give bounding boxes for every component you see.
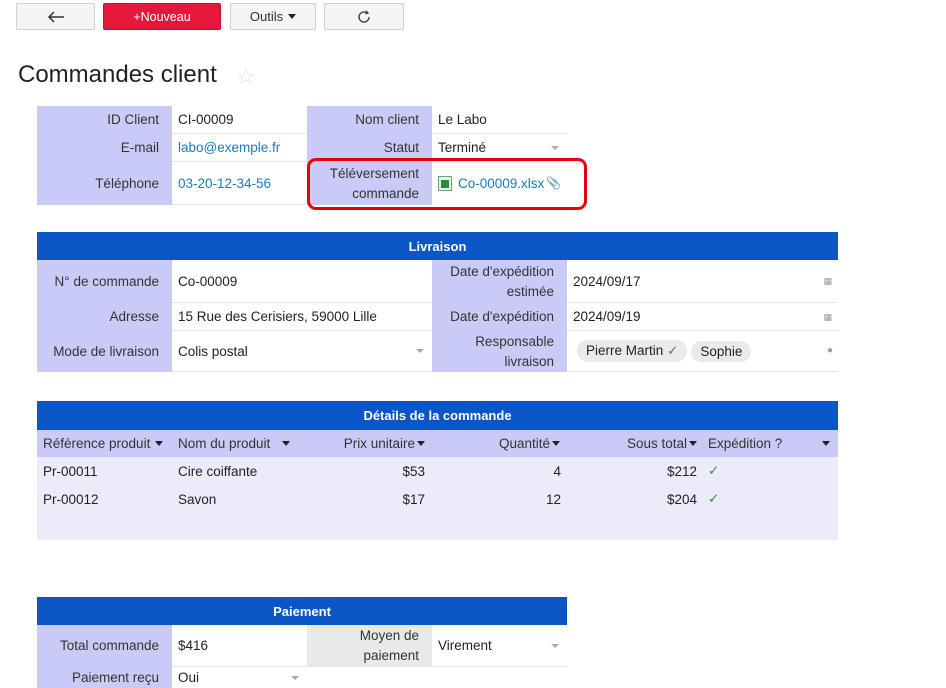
calendar-icon: ▦ bbox=[823, 276, 832, 286]
column-header-price[interactable]: Prix unitaire bbox=[313, 430, 425, 457]
column-header-name[interactable]: Nom du produit bbox=[178, 430, 303, 457]
address-label: Adresse bbox=[37, 303, 172, 331]
back-button[interactable] bbox=[16, 3, 95, 30]
column-header-ref[interactable]: Référence produit bbox=[43, 430, 168, 457]
user-chip[interactable]: Pierre Martin ✓ bbox=[577, 340, 688, 362]
order-number-value: Co-00009 bbox=[172, 260, 432, 303]
delivery-responsible-label: Responsable livraison bbox=[432, 331, 567, 372]
calendar-icon: ▦ bbox=[823, 311, 832, 322]
cell-ref: Pr-00012 bbox=[43, 491, 99, 507]
payment-received-select[interactable]: Oui bbox=[172, 667, 307, 688]
order-details-header: Détails de la commande bbox=[37, 401, 838, 430]
payment-method-select[interactable]: Virement bbox=[432, 625, 567, 667]
page-title: Commandes client bbox=[18, 61, 217, 88]
cell-name: Cire coiffante bbox=[178, 463, 258, 479]
table-row[interactable]: Pr-00011 Cire coiffante $53 4 $212 ✓ bbox=[37, 457, 838, 485]
check-icon: ✓ bbox=[663, 343, 679, 358]
refresh-icon bbox=[358, 10, 370, 23]
column-header-label: Prix unitaire bbox=[343, 436, 415, 451]
cell-ref: Pr-00011 bbox=[43, 463, 98, 479]
caret-down-icon bbox=[689, 441, 697, 446]
dropdown-arrow-icon bbox=[416, 349, 424, 353]
column-header-label: Expédition ? bbox=[708, 436, 783, 451]
tools-button-label: Outils bbox=[249, 9, 284, 24]
cell-qty: 4 bbox=[553, 463, 561, 479]
payment-method-label: Moyen de paiement bbox=[307, 625, 432, 667]
dropdown-arrow-icon bbox=[291, 675, 299, 680]
email-link[interactable]: labo@exemple.fr bbox=[172, 134, 307, 162]
phone-link[interactable]: 03-20-12-34-56 bbox=[172, 162, 307, 205]
table-row[interactable]: Pr-00012 Savon $17 12 $204 ✓ bbox=[37, 485, 838, 513]
payment-method-value: Virement bbox=[438, 638, 492, 653]
details-table-body: Pr-00011 Cire coiffante $53 4 $212 ✓ Pr-… bbox=[37, 457, 838, 540]
person-icon: ● bbox=[826, 345, 833, 356]
cell-qty: 12 bbox=[545, 491, 561, 507]
total-label: Total commande bbox=[37, 625, 172, 667]
caret-down-icon bbox=[288, 14, 297, 19]
column-header-label: Nom du produit bbox=[178, 436, 271, 451]
estimated-date-label: Date d'expédition estimée bbox=[432, 260, 567, 303]
new-button-label: +Nouveau bbox=[133, 9, 191, 24]
client-id-label: ID Client bbox=[37, 106, 172, 134]
check-icon: ✓ bbox=[708, 463, 720, 478]
client-name-value: Le Labo bbox=[432, 106, 567, 134]
new-button[interactable]: +Nouveau bbox=[103, 3, 221, 30]
payment-received-label: Paiement reçu bbox=[37, 667, 172, 688]
delivery-mode-value: Colis postal bbox=[178, 343, 248, 359]
refresh-button[interactable] bbox=[324, 3, 404, 30]
user-chip[interactable]: Sophie bbox=[691, 340, 752, 362]
client-id-value: CI-00009 bbox=[172, 106, 307, 134]
column-header-qty[interactable]: Quantité bbox=[435, 430, 560, 457]
dropdown-arrow-icon bbox=[551, 643, 559, 648]
details-table-header: Référence produit Nom du produit Prix un… bbox=[37, 430, 838, 457]
cell-subtotal: $204 bbox=[666, 491, 697, 507]
ship-date-value: 2024/09/19 bbox=[573, 309, 641, 324]
ship-date-label: Date d'expédition bbox=[432, 303, 567, 331]
client-name-label: Nom client bbox=[307, 106, 432, 134]
email-label: E-mail bbox=[37, 134, 172, 162]
payment-header: Paiement bbox=[37, 597, 567, 625]
column-header-subtotal[interactable]: Sous total bbox=[570, 430, 697, 457]
phone-label: Téléphone bbox=[37, 162, 172, 205]
status-value: Terminé bbox=[438, 140, 487, 155]
payment-received-value: Oui bbox=[178, 670, 200, 685]
livraison-header: Livraison bbox=[37, 232, 838, 260]
caret-down-icon bbox=[552, 441, 560, 446]
arrow-left-icon bbox=[47, 10, 64, 23]
caret-down-icon bbox=[417, 441, 425, 446]
cell-subtotal: $212 bbox=[666, 463, 697, 479]
caret-down-icon bbox=[282, 441, 291, 446]
column-header-shipped[interactable]: Expédition ? bbox=[708, 430, 833, 457]
column-header-label: Quantité bbox=[498, 436, 550, 451]
favorite-star-icon[interactable]: ☆ bbox=[236, 64, 256, 90]
cell-name: Savon bbox=[178, 491, 217, 507]
caret-down-icon bbox=[822, 441, 831, 446]
column-header-label: Référence produit bbox=[43, 436, 151, 451]
caret-down-icon bbox=[155, 441, 164, 446]
check-icon: ✓ bbox=[708, 491, 720, 506]
cell-price: $17 bbox=[402, 491, 425, 507]
total-value: $416 bbox=[172, 625, 307, 667]
estimated-date-value: 2024/09/17 bbox=[573, 273, 641, 289]
delivery-mode-label: Mode de livraison bbox=[37, 331, 172, 372]
estimated-date-field[interactable]: 2024/09/17 ▦ bbox=[567, 260, 838, 303]
delivery-responsible-field[interactable]: Pierre Martin ✓ Sophie ● bbox=[567, 331, 838, 372]
address-value: 15 Rue des Cerisiers, 59000 Lille bbox=[172, 303, 432, 331]
delivery-mode-select[interactable]: Colis postal bbox=[172, 331, 432, 372]
tools-button[interactable]: Outils bbox=[230, 3, 316, 30]
user-chip-name: Pierre Martin bbox=[586, 343, 664, 358]
cell-price: $53 bbox=[402, 463, 425, 479]
ship-date-field[interactable]: 2024/09/19 ▦ bbox=[567, 303, 838, 331]
upload-highlight bbox=[307, 158, 587, 210]
order-number-label: N° de commande bbox=[37, 260, 172, 303]
user-chip-name: Sophie bbox=[700, 343, 743, 359]
dropdown-arrow-icon bbox=[551, 145, 559, 150]
column-header-label: Sous total bbox=[626, 436, 687, 451]
